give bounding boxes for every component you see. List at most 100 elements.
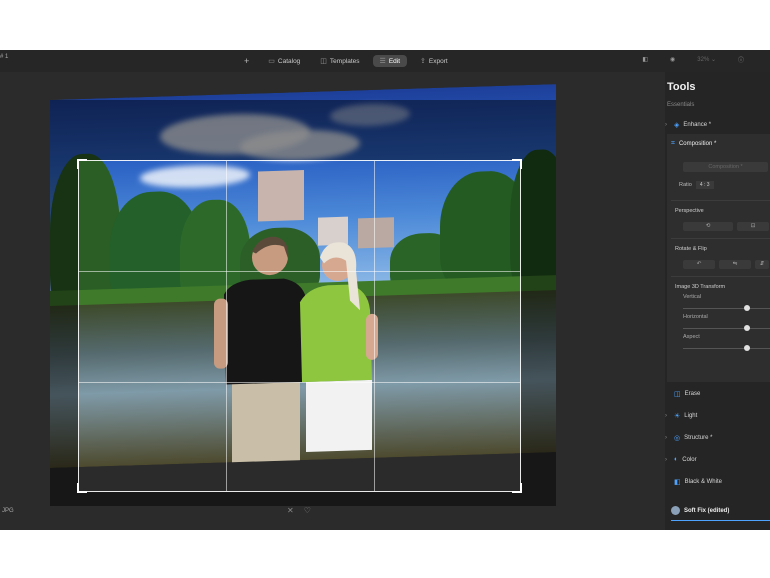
rotate-buttons: ↶ ⇋ ⇵	[683, 260, 769, 269]
aspect-button[interactable]: Composition *	[683, 162, 768, 172]
slider-knob[interactable]	[743, 305, 750, 311]
section-color[interactable]: › ◐ Color	[665, 456, 770, 463]
ratio-row: Ratio 4 : 3	[679, 181, 714, 189]
top-bar: # 1 + ▭ Catalog ◫ Templates ☰ Edit ⇪ Exp…	[0, 50, 770, 72]
heart-icon[interactable]: ♡	[304, 506, 311, 515]
perspective-label: Perspective	[675, 208, 704, 214]
horizontal-slider-label: Horizontal	[683, 314, 708, 320]
color-icon: ◐	[674, 456, 679, 463]
crop-mask	[50, 492, 556, 506]
export-icon: ⇪	[420, 58, 426, 65]
nav-templates-label: Templates	[329, 57, 360, 65]
chevron-right-icon: ›	[665, 435, 667, 441]
section-light[interactable]: › ☀ Light	[665, 412, 770, 420]
panel-title: Tools	[667, 81, 696, 93]
crop-handle-bl[interactable]	[77, 483, 87, 493]
chevron-right-icon: ›	[665, 413, 667, 419]
composition-section: ⌗ Composition * Composition * Ratio 4 : …	[667, 134, 770, 382]
chevron-down-icon: ⌄	[710, 57, 716, 63]
templates-icon: ◫	[320, 58, 327, 65]
crop-mask	[521, 160, 556, 492]
preset-label: Soft Fix (edited)	[684, 507, 730, 514]
enhance-icon: ◈	[674, 122, 680, 129]
bw-icon: ◧	[674, 479, 681, 486]
folder-icon: ▭	[268, 58, 275, 65]
structure-icon: ◎	[674, 435, 681, 442]
nav-templates[interactable]: ◫ Templates	[313, 55, 366, 67]
section-structure[interactable]: › ◎ Structure *	[665, 434, 770, 442]
transform-label: Image 3D Transform	[675, 284, 726, 290]
preset-item[interactable]: Soft Fix (edited)	[671, 506, 729, 515]
nav-export-label: Export	[428, 57, 448, 65]
section-enhance-label: Enhance *	[683, 122, 712, 128]
crop-grid-line	[79, 382, 520, 383]
perspective-auto-button[interactable]: ⟲	[683, 222, 733, 231]
horizontal-slider[interactable]: Horizontal	[683, 314, 770, 332]
canvas-bottom-controls: ✕ ♡	[287, 506, 311, 515]
main-nav: + ▭ Catalog ◫ Templates ☰ Edit ⇪ Export	[244, 53, 455, 69]
divider	[671, 238, 770, 239]
crop-handle-br[interactable]	[512, 483, 522, 493]
preset-underline	[671, 520, 770, 521]
perspective-buttons: ⟲ ⊡	[683, 222, 769, 231]
flip-vertical-button[interactable]: ⇵	[755, 260, 769, 269]
section-erase[interactable]: ◫ Erase	[665, 390, 770, 398]
section-light-label: Light	[684, 413, 698, 419]
section-color-label: Color	[682, 456, 697, 463]
crop-frame[interactable]	[77, 159, 522, 493]
nav-edit[interactable]: ☰ Edit	[372, 55, 408, 67]
slider-track	[683, 328, 770, 329]
help-icon[interactable]: ⓘ	[738, 55, 744, 64]
nav-catalog-label: Catalog	[277, 57, 301, 65]
section-black-white[interactable]: ◧ Black & White	[665, 478, 770, 486]
filename: JPG	[2, 508, 14, 514]
rotate-label: Rotate & Flip	[675, 246, 707, 252]
vertical-slider[interactable]: Vertical	[683, 294, 770, 312]
slider-knob[interactable]	[743, 325, 750, 331]
section-bw-label: Black & White	[684, 479, 722, 485]
section-enhance[interactable]: › ◈ Enhance *	[665, 121, 770, 129]
aspect-slider-label: Aspect	[683, 334, 700, 340]
image-canvas[interactable]: JPG ✕ ♡	[0, 72, 665, 530]
rotate-left-button[interactable]: ↶	[683, 260, 715, 269]
sun-icon: ☀	[674, 413, 681, 420]
aspect-slider[interactable]: Aspect	[683, 334, 770, 352]
app-window: # 1 + ▭ Catalog ◫ Templates ☰ Edit ⇪ Exp…	[0, 50, 770, 530]
chevron-right-icon: ›	[665, 122, 667, 128]
divider	[671, 276, 770, 277]
plus-icon[interactable]: +	[244, 56, 249, 66]
close-icon[interactable]: ✕	[287, 506, 294, 515]
zoom-value: 32%	[697, 57, 710, 63]
preset-avatar-icon	[671, 506, 680, 515]
crop-handle-tl[interactable]	[77, 159, 87, 169]
slider-knob[interactable]	[743, 345, 750, 351]
sliders-icon: ☰	[379, 58, 386, 65]
chevron-right-icon: ›	[665, 456, 667, 463]
nav-catalog[interactable]: ▭ Catalog	[261, 55, 307, 67]
eye-icon[interactable]: ◉	[670, 56, 675, 63]
compare-icon[interactable]: ◧	[642, 56, 648, 63]
perspective-guided-button[interactable]: ⊡	[737, 222, 769, 231]
zoom-select[interactable]: 32% ⌄	[697, 56, 716, 63]
section-composition[interactable]: ⌗ Composition *	[671, 140, 716, 148]
slider-track	[683, 308, 770, 309]
crop-icon: ⌗	[671, 140, 675, 147]
crop-grid-line	[374, 161, 375, 491]
section-composition-label: Composition *	[678, 141, 717, 147]
ratio-label: Ratio	[679, 182, 692, 188]
eraser-icon: ◫	[674, 391, 681, 398]
divider	[671, 200, 770, 201]
section-structure-label: Structure *	[684, 435, 713, 441]
crop-mask	[50, 160, 78, 492]
ratio-select[interactable]: 4 : 3	[695, 181, 714, 189]
crop-handle-tr[interactable]	[512, 159, 522, 169]
top-right-controls: ◧ ◉ 32% ⌄ ⓘ	[642, 55, 744, 64]
nav-export[interactable]: ⇪ Export	[413, 55, 455, 67]
crop-grid-line	[226, 161, 227, 491]
vertical-slider-label: Vertical	[683, 294, 702, 300]
tools-panel: Tools Essentials › ◈ Enhance * ⌗ Composi…	[665, 72, 770, 530]
slider-track	[683, 348, 770, 349]
flip-horizontal-button[interactable]: ⇋	[719, 260, 751, 269]
section-erase-label: Erase	[684, 391, 701, 397]
app-left-label: # 1	[0, 54, 9, 60]
